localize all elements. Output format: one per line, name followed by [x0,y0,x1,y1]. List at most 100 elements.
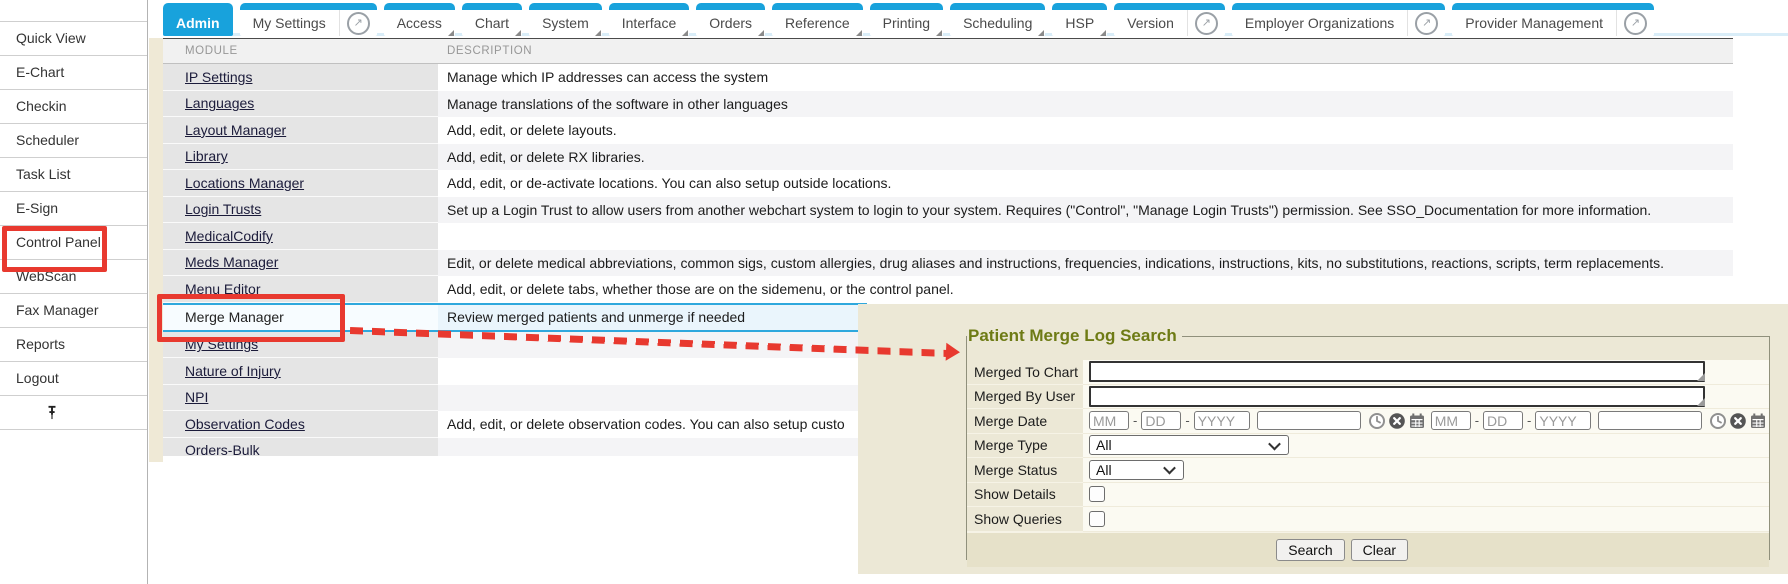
tab-employer-organizations[interactable]: Employer Organizations ↗ [1232,3,1445,36]
module-link-orders-bulk[interactable]: Orders-Bulk [185,442,260,456]
module-link-layout-manager[interactable]: Layout Manager [185,122,286,138]
module-description: Set up a Login Trust to allow users from… [438,197,1733,224]
module-link-nature-of-injury[interactable]: Nature of Injury [185,363,281,379]
merge-status-label: Merge Status [967,458,1083,483]
calendar-icon[interactable] [1749,412,1767,430]
table-row: Login Trusts Set up a Login Trust to all… [163,197,1733,224]
merge-status-select[interactable]: All [1089,460,1184,480]
popout-arrow-icon: ↗ [347,12,370,35]
merge-type-select[interactable]: All [1089,435,1289,455]
tabbar: Admin My Settings ↗ Access Chart System … [163,2,1654,36]
form-row-merge-type: Merge Type All [967,434,1769,459]
merge-date-start-time-input[interactable] [1257,411,1361,430]
sidebar-item-scheduler[interactable]: Scheduler [0,124,147,158]
module-link-my-settings[interactable]: My Settings [185,336,258,352]
show-details-checkbox[interactable] [1089,486,1105,502]
merge-date-end-month-input[interactable] [1431,411,1471,430]
tab-employer-organizations-popout-button[interactable]: ↗ [1407,10,1445,36]
module-description: Add, edit, or de-activate locations. You… [438,170,1733,197]
form-row-show-queries: Show Queries [967,507,1769,532]
table-row: Meds Manager Edit, or delete medical abb… [163,250,1733,277]
merge-date-end-year-input[interactable] [1535,411,1591,430]
merge-date-start-day-input[interactable] [1141,411,1181,430]
show-queries-label: Show Queries [967,507,1083,532]
clock-icon[interactable] [1709,412,1727,430]
sidebar-item-fax-manager[interactable]: Fax Manager [0,294,147,328]
sidebar-item-logout[interactable]: Logout [0,362,147,396]
merge-date-start-year-input[interactable] [1194,411,1250,430]
sidebar-item-checkin[interactable]: Checkin [0,90,147,124]
merged-to-chart-input[interactable] [1089,361,1705,382]
tab-version[interactable]: Version ↗ [1114,3,1225,36]
chevron-down-icon [1268,437,1281,450]
clear-date-icon[interactable] [1388,412,1406,430]
module-column-header: MODULE [163,45,438,57]
module-link-languages[interactable]: Languages [185,95,254,111]
resize-grip-icon [1697,373,1705,381]
sidebar-item-webscan[interactable]: WebScan [0,260,147,294]
form-row-merged-by-user: Merged By User [967,385,1769,410]
tab-hsp[interactable]: HSP [1052,3,1107,36]
module-link-merge-manager[interactable]: Merge Manager [185,309,284,325]
module-link-ip-settings[interactable]: IP Settings [185,69,252,85]
calendar-icon[interactable] [1408,412,1426,430]
module-table-header: MODULE DESCRIPTION [163,39,1733,64]
module-link-locations-manager[interactable]: Locations Manager [185,175,304,191]
form-row-show-details: Show Details [967,483,1769,508]
tab-provider-management[interactable]: Provider Management ↗ [1452,3,1654,36]
merged-by-user-input[interactable] [1089,386,1705,407]
tab-reference[interactable]: Reference [772,3,863,36]
merge-date-end-time-input[interactable] [1598,411,1702,430]
tab-access[interactable]: Access [384,3,455,36]
module-link-menu-editor[interactable]: Menu Editor [185,281,260,297]
panel-title: Patient Merge Log Search [967,326,1182,346]
tab-provider-management-popout-button[interactable]: ↗ [1616,10,1654,36]
tab-scheduling[interactable]: Scheduling [950,3,1045,36]
table-row: IP Settings Manage which IP addresses ca… [163,64,1733,91]
module-description: Edit, or delete medical abbreviations, c… [438,250,1733,277]
module-link-meds-manager[interactable]: Meds Manager [185,254,278,270]
tab-my-settings-popout-button[interactable]: ↗ [339,10,377,36]
sidebar-item-control-panel[interactable]: Control Panel [0,226,147,260]
module-link-npi[interactable]: NPI [185,389,208,405]
show-details-label: Show Details [967,483,1083,508]
merge-type-selected-value: All [1096,437,1112,453]
popout-arrow-icon: ↗ [1415,12,1438,35]
clear-button[interactable]: Clear [1351,539,1408,561]
show-queries-checkbox[interactable] [1089,511,1105,527]
content-gutter [149,38,163,462]
description-column-header: DESCRIPTION [438,45,1733,57]
tab-printing[interactable]: Printing [870,3,943,36]
merge-log-search-fieldset: Patient Merge Log Search Merged To Chart… [966,326,1770,560]
tab-orders[interactable]: Orders [696,3,765,36]
sidebar-item-e-sign[interactable]: E-Sign [0,192,147,226]
chevron-down-icon [1163,462,1176,475]
module-description: Add, edit, or delete tabs, whether those… [438,276,1733,303]
sidebar-item-quick-view[interactable]: Quick View [0,22,147,56]
module-link-library[interactable]: Library [185,148,228,164]
date-separator: - [1133,413,1137,428]
merge-date-end-day-input[interactable] [1483,411,1523,430]
tab-interface[interactable]: Interface [609,3,689,36]
tab-version-popout-button[interactable]: ↗ [1187,10,1225,36]
resize-grip-icon [1697,398,1705,406]
tab-admin[interactable]: Admin [163,3,233,36]
search-button[interactable]: Search [1276,539,1344,561]
sidebar-pin-toggle[interactable] [0,396,147,430]
tab-system[interactable]: System [529,3,602,36]
sidebar-item-e-chart[interactable]: E-Chart [0,56,147,90]
sidebar-item-task-list[interactable]: Task List [0,158,147,192]
tab-chart[interactable]: Chart [462,3,522,36]
sidebar-item-reports[interactable]: Reports [0,328,147,362]
module-description: Manage translations of the software in o… [438,91,1733,118]
merge-date-start-month-input[interactable] [1089,411,1129,430]
clock-icon[interactable] [1368,412,1386,430]
tab-my-settings[interactable]: My Settings ↗ [240,3,377,36]
module-link-medicalcodify[interactable]: MedicalCodify [185,228,273,244]
module-description: Add, edit, or delete RX libraries. [438,144,1733,171]
clear-date-icon[interactable] [1729,412,1747,430]
sidebar-spacer [0,0,147,22]
module-link-observation-codes[interactable]: Observation Codes [185,416,305,432]
module-link-login-trusts[interactable]: Login Trusts [185,201,261,217]
merge-status-selected-value: All [1096,462,1112,478]
